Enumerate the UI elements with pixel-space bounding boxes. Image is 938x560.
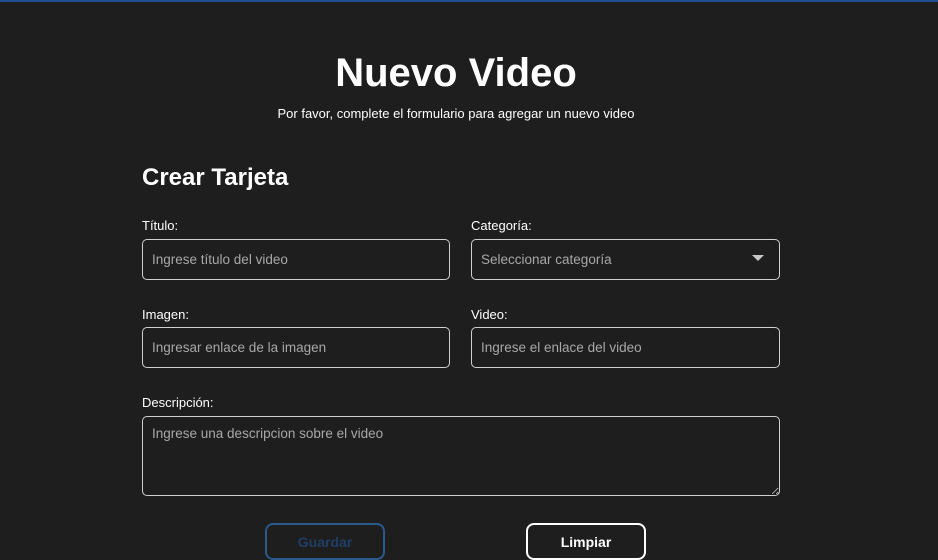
top-border bbox=[0, 0, 938, 2]
title-label: Título: bbox=[142, 218, 179, 233]
category-label: Categoría: bbox=[471, 218, 532, 233]
page-title: Nuevo Video bbox=[335, 51, 577, 95]
form-heading: Crear Tarjeta bbox=[142, 164, 289, 191]
clear-button[interactable]: Limpiar bbox=[526, 523, 646, 560]
title-input[interactable] bbox=[142, 239, 450, 280]
description-textarea[interactable] bbox=[142, 416, 780, 496]
description-label: Descripción: bbox=[142, 395, 214, 410]
save-button[interactable]: Guardar bbox=[265, 523, 385, 560]
category-select-value: Seleccionar categoría bbox=[481, 252, 612, 267]
video-label: Video: bbox=[471, 307, 508, 322]
video-input[interactable] bbox=[471, 327, 780, 368]
chevron-down-icon bbox=[752, 255, 764, 261]
image-label: Imagen: bbox=[142, 307, 189, 322]
image-input[interactable] bbox=[142, 327, 450, 368]
category-select[interactable]: Seleccionar categoría bbox=[471, 239, 780, 280]
page-subtitle: Por favor, complete el formulario para a… bbox=[277, 106, 635, 121]
